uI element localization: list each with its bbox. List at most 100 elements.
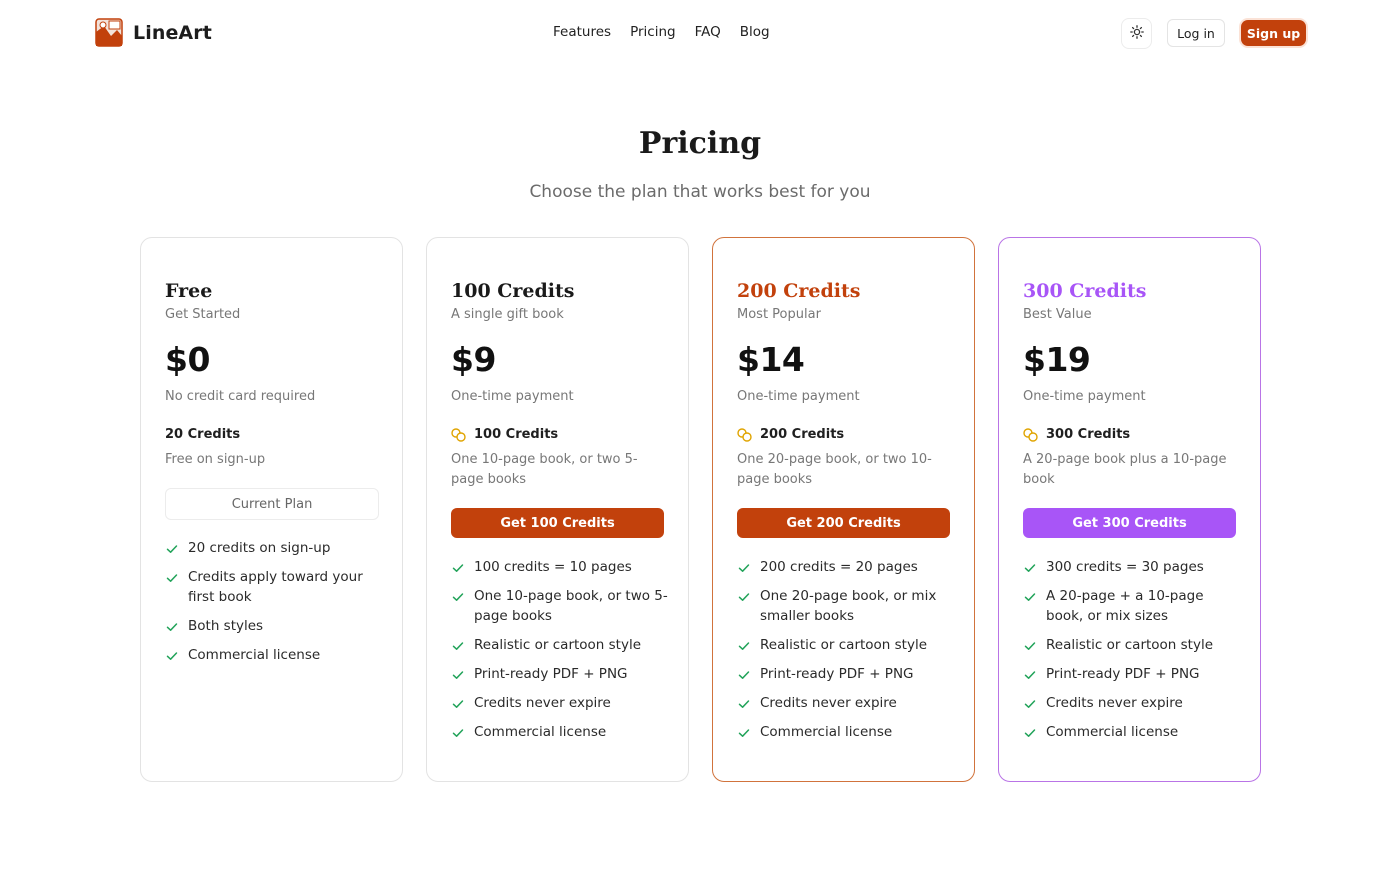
- feature-item: Print-ready PDF + PNG: [451, 665, 671, 685]
- get-300-credits-button[interactable]: Get 300 Credits: [1023, 508, 1236, 538]
- get-200-credits-button[interactable]: Get 200 Credits: [737, 508, 950, 538]
- check-icon: [1024, 593, 1036, 601]
- feature-item: Print-ready PDF + PNG: [1023, 665, 1243, 685]
- plan-price-note: One-time payment: [451, 389, 574, 404]
- feature-item: 300 credits = 30 pages: [1023, 558, 1243, 578]
- check-icon: [1024, 641, 1036, 650]
- check-icon: [738, 728, 750, 737]
- nav-pricing[interactable]: Pricing: [630, 24, 676, 40]
- plan-credits-title: 300 Credits: [1023, 427, 1130, 442]
- brand-name: LineArt: [133, 21, 212, 44]
- page-subtitle: Choose the plan that works best for you: [529, 182, 871, 202]
- plan-credits-title: 200 Credits: [737, 427, 844, 442]
- plan-credits-desc: A 20-page book plus a 10-page book: [1023, 452, 1227, 487]
- feature-text: 300 credits = 30 pages: [1046, 559, 1204, 575]
- feature-text: 200 credits = 20 pages: [760, 559, 918, 575]
- check-icon: [738, 641, 750, 650]
- feature-item: Credits apply toward your first book: [165, 568, 385, 607]
- feature-text: Realistic or cartoon style: [1046, 636, 1214, 653]
- plan-credits-desc: Free on sign-up: [165, 452, 266, 467]
- main-nav: Features Pricing FAQ Blog: [553, 24, 789, 40]
- picture-frame-icon: [95, 18, 123, 47]
- theme-toggle-button[interactable]: [1121, 18, 1152, 49]
- page-title: Pricing: [638, 126, 762, 161]
- feature-text: Credits never expire: [1046, 694, 1183, 711]
- feature-text: Credits never expire: [474, 694, 611, 711]
- feature-text: Commercial license: [188, 646, 321, 663]
- check-icon: [452, 641, 464, 650]
- feature-list: 300 credits = 30 pages A 20-page + a 10-…: [1023, 558, 1243, 752]
- plan-card-200-credits: 200 Credits Most Popular $14 One-time pa…: [712, 237, 975, 782]
- nav-blog[interactable]: Blog: [740, 24, 770, 40]
- feature-list: 200 credits = 20 pages One 20-page book,…: [737, 558, 957, 752]
- feature-item: Print-ready PDF + PNG: [737, 665, 957, 685]
- feature-text: Realistic or cartoon style: [474, 636, 642, 653]
- plan-price: $9: [451, 340, 496, 379]
- plan-price: $19: [1023, 340, 1091, 379]
- plan-name: 100 Credits: [451, 280, 575, 302]
- check-icon: [1024, 564, 1036, 572]
- feature-text: Credits never expire: [760, 694, 897, 711]
- feature-item: 100 credits = 10 pages: [451, 558, 671, 578]
- feature-item: Credits never expire: [451, 694, 671, 714]
- feature-item: 20 credits on sign-up: [165, 539, 385, 559]
- nav-faq[interactable]: FAQ: [695, 24, 721, 40]
- feature-text: Commercial license: [760, 723, 893, 740]
- plan-name: 300 Credits: [1023, 280, 1147, 302]
- feature-text: Commercial license: [1046, 723, 1179, 740]
- check-icon: [452, 728, 464, 737]
- feature-item: Realistic or cartoon style: [737, 636, 957, 656]
- feature-text: Both styles: [188, 617, 264, 634]
- check-icon: [738, 699, 750, 708]
- check-icon: [738, 564, 750, 572]
- check-icon: [452, 593, 464, 601]
- feature-item: Credits never expire: [737, 694, 957, 714]
- check-icon: [738, 593, 750, 601]
- feature-item: One 10-page book, or two 5-page books: [451, 587, 671, 626]
- feature-item: Credits never expire: [1023, 694, 1243, 714]
- feature-text: Realistic or cartoon style: [760, 636, 928, 653]
- login-button[interactable]: Log in: [1167, 19, 1225, 47]
- feature-item: Both styles: [165, 617, 385, 637]
- feature-item: Commercial license: [165, 646, 385, 666]
- site-header: LineArt Features Pricing FAQ Blog Log in…: [0, 0, 1400, 66]
- nav-features[interactable]: Features: [553, 24, 611, 40]
- plan-credits-desc: One 10-page book, or two 5-page books: [451, 452, 638, 487]
- feature-item: Realistic or cartoon style: [1023, 636, 1243, 656]
- plan-price: $0: [165, 340, 210, 379]
- get-100-credits-button[interactable]: Get 100 Credits: [451, 508, 664, 538]
- feature-text: 20 credits on sign-up: [188, 540, 331, 556]
- feature-text: One 20-page book, or mix smaller books: [760, 588, 937, 624]
- plan-tag: Most Popular: [737, 307, 821, 322]
- feature-item: A 20-page + a 10-page book, or mix sizes: [1023, 587, 1243, 626]
- plan-credits-label: 200 Credits: [760, 427, 845, 442]
- plan-tag: Get Started: [165, 307, 241, 322]
- plan-credits-desc: One 20-page book, or two 10-page books: [737, 452, 932, 487]
- plan-credits-title: 20 Credits: [165, 427, 240, 442]
- feature-text: 100 credits = 10 pages: [474, 559, 632, 575]
- plan-name: 200 Credits: [737, 280, 861, 302]
- feature-list: 20 credits on sign-up Credits apply towa…: [165, 539, 385, 675]
- check-icon: [166, 545, 178, 553]
- plan-tag: Best Value: [1023, 307, 1092, 322]
- feature-text: Print-ready PDF + PNG: [1046, 665, 1200, 682]
- check-icon: [166, 622, 178, 631]
- feature-text: A 20-page + a 10-page book, or mix sizes: [1046, 588, 1204, 624]
- plan-card-free: Free Get Started $0 No credit card requi…: [140, 237, 403, 782]
- plan-card-100-credits: 100 Credits A single gift book $9 One-ti…: [426, 237, 689, 782]
- check-icon: [166, 574, 178, 582]
- feature-text: Commercial license: [474, 723, 607, 740]
- feature-item: 200 credits = 20 pages: [737, 558, 957, 578]
- feature-text: One 10-page book, or two 5-page books: [474, 588, 668, 624]
- plan-credits-label: 20 Credits: [165, 427, 241, 442]
- plan-credits-label: 300 Credits: [1046, 427, 1131, 442]
- signup-button[interactable]: Sign up: [1241, 20, 1306, 46]
- feature-item: Commercial license: [737, 723, 957, 743]
- coins-icon: [451, 427, 466, 442]
- current-plan-button[interactable]: Current Plan: [165, 488, 379, 520]
- brand-link[interactable]: LineArt: [95, 18, 212, 47]
- feature-item: Realistic or cartoon style: [451, 636, 671, 656]
- check-icon: [1024, 670, 1036, 679]
- coins-icon: [737, 427, 752, 442]
- plan-credits-label: 100 Credits: [474, 427, 559, 442]
